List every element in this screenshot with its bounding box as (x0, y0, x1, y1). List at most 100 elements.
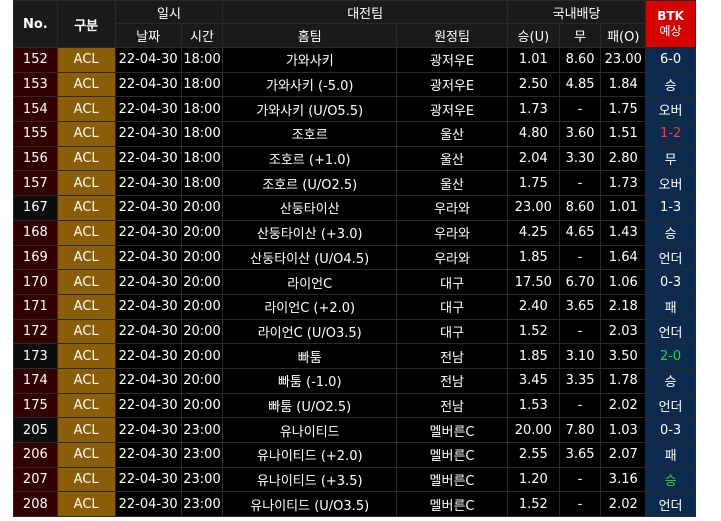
table-row: 167 ACL 22-04-30 20:00 산둥타이산 우라와 23.00 8.60 1.01… (14, 196, 695, 220)
row-category: ACL (57, 220, 115, 245)
row-odds-draw: 7.80 (559, 418, 601, 442)
row-odds-draw: - (559, 245, 601, 270)
row-number: 154 (14, 97, 57, 122)
row-btk-prediction: 언더 (646, 319, 695, 344)
row-away-team: 멜버른C (397, 492, 507, 517)
row-odds-draw: 3.65 (559, 443, 601, 467)
row-category: ACL (57, 270, 115, 294)
row-category: ACL (57, 171, 115, 196)
row-odds-draw: - (559, 492, 601, 517)
row-time: 23:00 (181, 443, 223, 467)
row-btk-prediction: 0-3 (646, 270, 695, 294)
row-category: ACL (57, 319, 115, 344)
row-home-team: 라이언C (+2.0) (223, 294, 397, 319)
odds-table: No. 구분 일시 대전팀 국내배당 BTK 예상 날짜 시간 홈팀 원정팀 승… (13, 0, 696, 518)
row-odds-lose: 1.51 (601, 122, 646, 146)
row-away-team: 멜버른C (397, 467, 507, 492)
row-odds-draw: 4.85 (559, 72, 601, 97)
row-odds-win: 1.85 (507, 344, 559, 368)
row-odds-win: 1.53 (507, 393, 559, 418)
row-btk-prediction: 0-3 (646, 418, 695, 442)
table-row: 207 ACL 22-04-30 23:00 유나이티드 (+3.5) 멜버른C 1.20-… (14, 467, 695, 492)
row-odds-draw: - (559, 393, 601, 418)
row-odds-win: 2.55 (507, 443, 559, 467)
row-odds-lose: 2.02 (601, 492, 646, 517)
row-home-team: 라이언C (223, 270, 397, 294)
row-category: ACL (57, 294, 115, 319)
row-btk-prediction: 6-0 (646, 48, 695, 72)
table-row: 175 ACL 22-04-30 20:00 빠툼 (U/O2.5) 전남 1.53-2.0… (14, 393, 695, 418)
row-category: ACL (57, 418, 115, 442)
row-category: ACL (57, 122, 115, 146)
row-away-team: 울산 (397, 171, 507, 196)
row-odds-lose: 2.02 (601, 393, 646, 418)
row-away-team: 우라와 (397, 196, 507, 220)
row-number: 153 (14, 72, 57, 97)
row-category: ACL (57, 48, 115, 72)
row-time: 23:00 (181, 492, 223, 517)
row-odds-win: 1.52 (507, 319, 559, 344)
row-btk-prediction: 승 (646, 368, 695, 393)
row-category: ACL (57, 72, 115, 97)
row-time: 18:00 (181, 146, 223, 171)
row-number: 205 (14, 418, 57, 442)
table-row: 155 ACL 22-04-30 18:00 조호르 울산 4.80 3.60 1.51 1-2 (14, 122, 695, 146)
row-away-team: 멜버른C (397, 443, 507, 467)
header-date: 날짜 (115, 24, 181, 47)
row-home-team: 가와사키 (223, 48, 397, 72)
row-away-team: 전남 (397, 393, 507, 418)
row-number: 157 (14, 171, 57, 196)
row-btk-prediction: 무 (646, 146, 695, 171)
row-home-team: 빠툼 (-1.0) (223, 368, 397, 393)
row-odds-draw: 8.60 (559, 196, 601, 220)
row-odds-lose: 1.78 (601, 368, 646, 393)
row-odds-draw: 3.65 (559, 294, 601, 319)
row-date: 22-04-30 (115, 245, 181, 270)
row-date: 22-04-30 (115, 443, 181, 467)
row-odds-draw: 3.30 (559, 146, 601, 171)
row-odds-lose: 2.18 (601, 294, 646, 319)
row-date: 22-04-30 (115, 467, 181, 492)
row-time: 18:00 (181, 171, 223, 196)
row-home-team: 유나이티드 (+3.5) (223, 467, 397, 492)
row-time: 18:00 (181, 97, 223, 122)
row-odds-lose: 23.00 (601, 48, 646, 72)
row-home-team: 빠툼 (U/O2.5) (223, 393, 397, 418)
row-odds-draw: 6.70 (559, 270, 601, 294)
row-home-team: 빠툼 (223, 344, 397, 368)
row-odds-draw: 8.60 (559, 48, 601, 72)
row-odds-win: 1.73 (507, 97, 559, 122)
row-odds-draw: 3.10 (559, 344, 601, 368)
row-time: 23:00 (181, 418, 223, 442)
header-away-team: 원정팀 (397, 24, 507, 47)
row-time: 23:00 (181, 467, 223, 492)
row-category: ACL (57, 196, 115, 220)
row-number: 170 (14, 270, 57, 294)
table-row: 169 ACL 22-04-30 20:00 산둥타이산 (U/O4.5) 우라와 1.85… (14, 245, 695, 270)
row-odds-lose: 1.75 (601, 97, 646, 122)
row-number: 155 (14, 122, 57, 146)
row-odds-draw: 4.65 (559, 220, 601, 245)
table-row: 205 ACL 22-04-30 23:00 유나이티드 멜버른C 20.00 7.80 1.0… (14, 418, 695, 442)
header-home-team: 홈팀 (223, 24, 397, 47)
table-row: 174 ACL 22-04-30 20:00 빠툼 (-1.0) 전남 3.45 3.35 1.… (14, 368, 695, 393)
row-date: 22-04-30 (115, 146, 181, 171)
row-btk-prediction: 승 (646, 467, 695, 492)
row-home-team: 라이언C (U/O3.5) (223, 319, 397, 344)
row-time: 18:00 (181, 122, 223, 146)
row-away-team: 전남 (397, 344, 507, 368)
row-home-team: 조호르 (223, 122, 397, 146)
row-odds-win: 3.45 (507, 368, 559, 393)
row-btk-prediction: 패 (646, 294, 695, 319)
row-category: ACL (57, 393, 115, 418)
row-home-team: 산둥타이산 (U/O4.5) (223, 245, 397, 270)
row-odds-lose: 3.50 (601, 344, 646, 368)
row-time: 20:00 (181, 393, 223, 418)
header-btk-label: BTK (657, 9, 684, 23)
row-time: 20:00 (181, 220, 223, 245)
row-away-team: 울산 (397, 146, 507, 171)
row-odds-win: 23.00 (507, 196, 559, 220)
row-odds-win: 17.50 (507, 270, 559, 294)
row-btk-prediction: 승 (646, 220, 695, 245)
row-time: 18:00 (181, 48, 223, 72)
